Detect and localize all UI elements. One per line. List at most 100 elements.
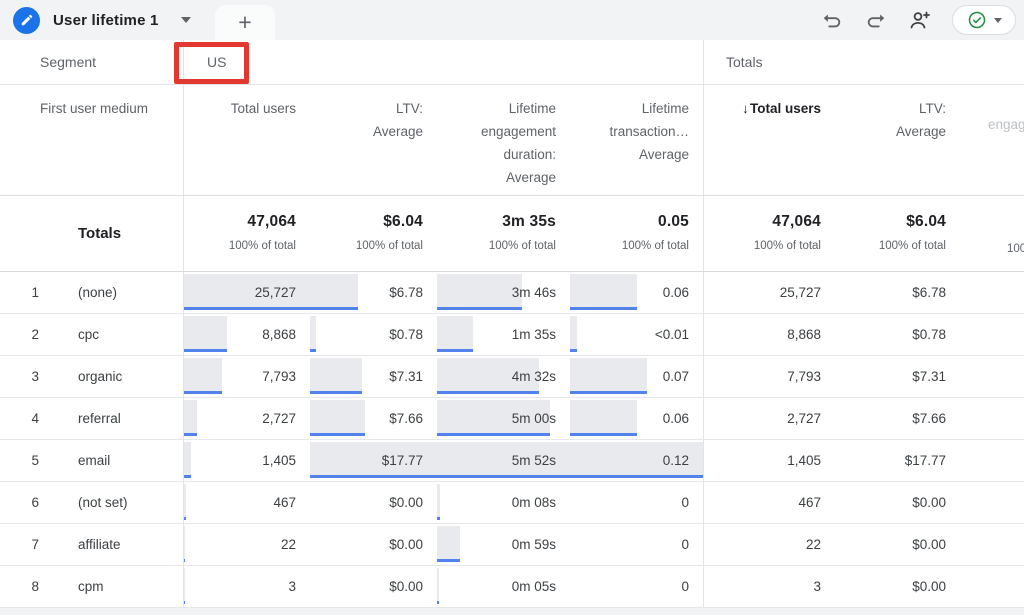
plus-icon: + — [238, 9, 251, 36]
metric-cell: 0.06 — [570, 272, 703, 313]
metric-cell: 0 — [570, 566, 703, 607]
clipped-cell — [960, 398, 1024, 439]
column-header-transactions[interactable]: Lifetime transaction… Average — [570, 85, 703, 195]
metric-value: 3m 46s — [437, 272, 570, 313]
metric-value: $0.00 — [310, 524, 437, 565]
dimension-value: cpm — [45, 566, 183, 607]
table-row: 7affiliate22$0.000m 59s022$0.00 — [0, 524, 1024, 566]
metric-value: $17.77 — [310, 440, 437, 481]
metric-value: 0m 05s — [437, 566, 570, 607]
metric-cell: 1m 35s — [437, 314, 570, 355]
clipped-cell — [960, 314, 1024, 355]
add-user-icon[interactable] — [908, 8, 932, 32]
dimension-value: email — [45, 440, 183, 481]
metric-value: 1,405 — [704, 440, 835, 481]
tab-title: User lifetime 1 — [53, 12, 159, 29]
metric-cell: $7.31 — [310, 356, 437, 397]
metric-value: $7.66 — [835, 398, 960, 439]
metric-cell-right: 3 — [703, 566, 835, 607]
metric-value: 467 — [704, 482, 835, 523]
dimension-value: (not set) — [45, 482, 183, 523]
bottom-strip — [0, 608, 1024, 615]
metric-value: 3 — [704, 566, 835, 607]
approval-status-button[interactable] — [952, 5, 1016, 35]
metric-value: 3 — [184, 566, 310, 607]
metric-cell: $6.78 — [310, 272, 437, 313]
dimension-header[interactable]: First user medium — [0, 85, 183, 195]
segment-chip-us[interactable]: US — [183, 40, 703, 84]
metric-value: 0 — [570, 482, 703, 523]
metric-cell: 25,727 — [183, 272, 310, 313]
clipped-cell — [960, 356, 1024, 397]
metric-value: $7.66 — [310, 398, 437, 439]
totals-cell: 47,064100% of total — [703, 196, 835, 271]
dimension-value: (none) — [45, 272, 183, 313]
top-bar: User lifetime 1 + — [0, 0, 1024, 40]
segment-row: Segment US Totals — [0, 40, 1024, 85]
metric-value: $6.78 — [835, 272, 960, 313]
metric-value: 0.06 — [570, 272, 703, 313]
metric-value: 0m 08s — [437, 482, 570, 523]
undo-icon[interactable] — [820, 8, 844, 32]
segment-label: Segment — [0, 40, 183, 84]
exploration-tab[interactable]: User lifetime 1 — [0, 0, 191, 40]
metric-cell-right: 2,727 — [703, 398, 835, 439]
chevron-down-icon[interactable] — [181, 17, 191, 23]
highlight-box — [174, 42, 249, 84]
metric-value: 22 — [704, 524, 835, 565]
new-tab-button[interactable]: + — [215, 5, 275, 40]
totals-cell-clipped — [960, 196, 1024, 271]
row-number: 5 — [0, 440, 45, 481]
analytics-exploration-page: User lifetime 1 + — [0, 0, 1024, 615]
metric-value: 25,727 — [184, 272, 310, 313]
table-row: 1(none)25,727$6.783m 46s0.0625,727$6.78 — [0, 272, 1024, 314]
metric-cell: <0.01 — [570, 314, 703, 355]
row-number: 3 — [0, 356, 45, 397]
metric-cell-right: 7,793 — [703, 356, 835, 397]
metric-cell: 4m 32s — [437, 356, 570, 397]
clipped-cell — [960, 566, 1024, 607]
metric-cell: 2,727 — [183, 398, 310, 439]
row-number: 1 — [0, 272, 45, 313]
metric-cell: 467 — [183, 482, 310, 523]
metric-cell: $0.00 — [310, 482, 437, 523]
table-row: 6(not set)467$0.000m 08s0467$0.00 — [0, 482, 1024, 524]
table-row: 5email1,405$17.775m 52s0.121,405$17.77 — [0, 440, 1024, 482]
metric-cell-right: $7.66 — [835, 398, 960, 439]
metric-value: $0.78 — [835, 314, 960, 355]
column-header-ltv-right[interactable]: LTV: Average — [835, 85, 960, 195]
metric-cell: $7.66 — [310, 398, 437, 439]
metric-cell: 7,793 — [183, 356, 310, 397]
metric-value: $0.78 — [310, 314, 437, 355]
clipped-cell — [960, 524, 1024, 565]
table-header-row: First user medium Total users LTV: Avera… — [0, 85, 1024, 196]
metric-value: 7,793 — [184, 356, 310, 397]
metric-cell-right: 1,405 — [703, 440, 835, 481]
metric-cell-right: $0.00 — [835, 566, 960, 607]
metric-cell-right: $0.00 — [835, 482, 960, 523]
metric-value: 0.06 — [570, 398, 703, 439]
redo-icon[interactable] — [864, 8, 888, 32]
clipped-totals-sub: 100% of total — [1007, 243, 1024, 255]
metric-value: $0.00 — [835, 482, 960, 523]
column-header-ltv[interactable]: LTV: Average — [310, 85, 437, 195]
metric-value: $7.31 — [835, 356, 960, 397]
metric-cell: 3m 46s — [437, 272, 570, 313]
metric-cell: 0 — [570, 482, 703, 523]
column-header-total-users[interactable]: Total users — [183, 85, 310, 195]
column-header-total-users-sorted[interactable]: ↓ Total users — [703, 85, 835, 195]
totals-cell: $6.04100% of total — [310, 196, 437, 271]
totals-label: Totals — [0, 196, 183, 271]
table-row: 8cpm3$0.000m 05s03$0.00 — [0, 566, 1024, 608]
table-row: 2cpc8,868$0.781m 35s<0.018,868$0.78 — [0, 314, 1024, 356]
column-header-engagement-duration[interactable]: Lifetime engagement duration: Average — [437, 85, 570, 195]
clipped-cell — [960, 440, 1024, 481]
metric-cell: 0.12 — [570, 440, 703, 481]
metric-value: $0.00 — [835, 566, 960, 607]
metric-value: 5m 52s — [437, 440, 570, 481]
metric-value: 0m 59s — [437, 524, 570, 565]
column-header-clipped — [960, 85, 1024, 195]
metric-cell: $0.00 — [310, 566, 437, 607]
metric-cell: $0.00 — [310, 524, 437, 565]
edit-pencil-icon[interactable] — [13, 7, 40, 34]
